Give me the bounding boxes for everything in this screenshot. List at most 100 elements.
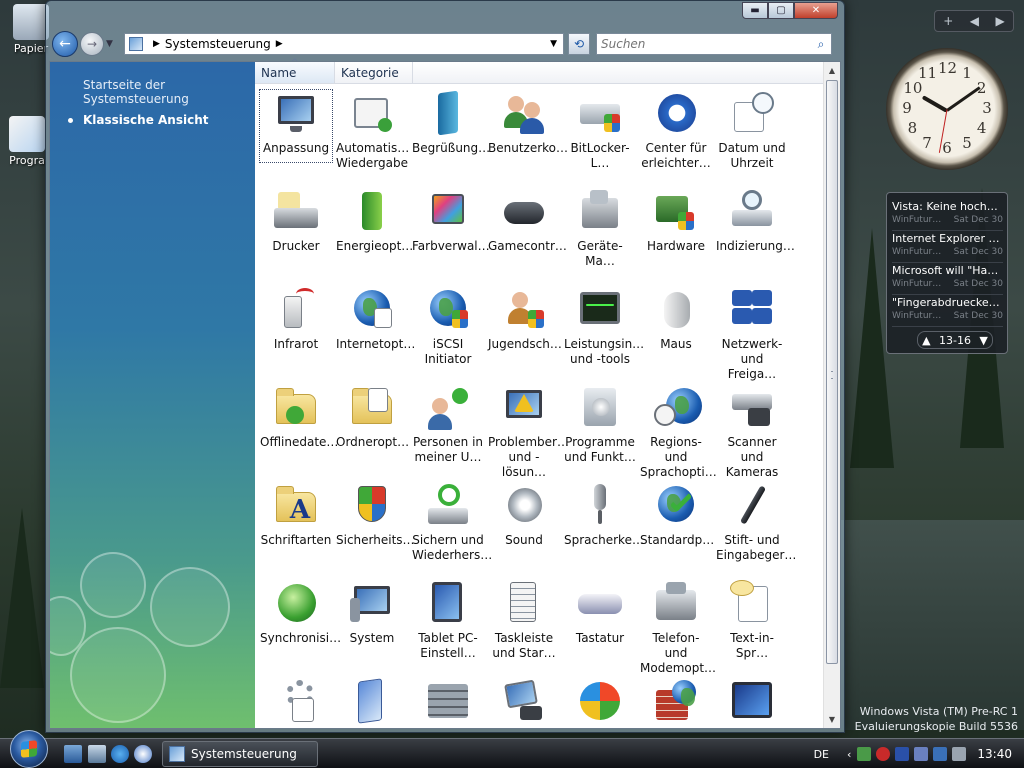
breadcrumb-chevron-icon[interactable]: ▶ (276, 39, 283, 49)
feed-item[interactable]: "Fingerabdruecke" … WinFutur… Sat Dec 30 (892, 295, 1003, 327)
control-panel-item-ease-of-access[interactable]: Center für erleichter… (639, 86, 713, 178)
control-panel-item-speech-recognition[interactable]: Spracherke… (563, 478, 644, 570)
control-panel-item-performance-tools[interactable]: Leistungsin… und -tools (563, 282, 644, 374)
control-panel-item-keyboard[interactable]: Tastatur (563, 576, 637, 668)
control-panel-item-programs-and-features[interactable]: Programme und Funkt… (563, 380, 637, 472)
feed-item[interactable]: Internet Explorer 7 … WinFutur… Sat Dec 3… (892, 231, 1003, 263)
control-panel-item-problem-reports[interactable]: Problember… und -lösun… (487, 380, 569, 479)
control-panel-item-mobile-pc[interactable] (487, 674, 561, 728)
control-panel-item-internet-options[interactable]: Internetopt… (335, 282, 415, 374)
volume-muted-icon[interactable] (952, 747, 967, 761)
control-panel-item-windows-firewall[interactable] (639, 674, 713, 728)
close-button[interactable]: ✕ (794, 2, 838, 19)
control-panel-item-bitlocker[interactable]: BitLocker-L… (563, 86, 637, 178)
column-header-category[interactable]: Kategorie (335, 62, 413, 83)
control-panel-icon (129, 37, 143, 51)
control-panel-item-mouse[interactable]: Maus (639, 282, 713, 374)
previous-gadget-icon[interactable]: ◀ (970, 14, 979, 28)
show-hidden-icons-chevron-icon[interactable]: ‹ (847, 748, 851, 761)
control-panel-item-printers[interactable]: Drucker (259, 184, 333, 276)
breadcrumb-control-panel[interactable]: Systemsteuerung (165, 37, 271, 51)
search-icon[interactable]: ⌕ (811, 37, 831, 52)
control-panel-item-pen-input[interactable]: Stift- und Eingabeger… (715, 478, 796, 570)
control-panel-item-phone-modem[interactable]: Telefon- und Modemopt… (639, 576, 716, 675)
switch-windows-icon[interactable] (88, 745, 106, 763)
scroll-down-arrow-icon[interactable]: ▼ (824, 711, 840, 728)
control-panel-item-taskbar-start-menu[interactable]: Taskleiste und Star… (487, 576, 561, 668)
control-panel-item-device-manager[interactable]: Geräte-Ma… (563, 184, 637, 276)
control-panel-item-windows-update[interactable] (563, 674, 637, 728)
internet-explorer-icon[interactable] (111, 745, 129, 763)
back-button[interactable]: ← (52, 31, 78, 57)
control-panel-item-sound[interactable]: Sound (487, 478, 561, 570)
windows-defender-icon[interactable] (895, 747, 910, 761)
network-sharing-icon[interactable] (914, 747, 929, 761)
control-panel-item-people-near-me[interactable]: Personen in meiner U… (411, 380, 485, 472)
user-tray-icon[interactable] (857, 747, 872, 761)
item-icon-frame: Tastatur (563, 580, 637, 646)
control-panel-item-indexing[interactable]: Indizierung… (715, 184, 795, 276)
recent-pages-dropdown[interactable]: ▼ (106, 39, 118, 49)
language-indicator[interactable]: DE (814, 748, 829, 761)
system-clock[interactable]: 13:40 (977, 747, 1012, 761)
scrollbar-thumb[interactable] (826, 80, 838, 664)
security-alert-icon[interactable] (876, 747, 891, 761)
control-panel-item-windows-firewall-wall[interactable] (411, 674, 485, 728)
control-panel-item-autoplay[interactable]: Automatis… Wiedergabe (335, 86, 409, 178)
taskbar-button-control-panel[interactable]: Systemsteuerung (162, 741, 318, 767)
control-panel-item-user-accounts[interactable]: Benutzerko… (487, 86, 568, 178)
control-panel-item-offline-files[interactable]: Offlinedate… (259, 380, 338, 472)
item-icon-frame: Synchronisi… (259, 580, 341, 646)
sidebar-link-control-panel-home[interactable]: Startseite der Systemsteuerung (50, 78, 255, 106)
control-panel-item-power-options[interactable]: Energieopt… (335, 184, 413, 276)
column-header-name[interactable]: Name (255, 58, 335, 83)
control-panel-item-security-center[interactable]: Sicherheits… (335, 478, 415, 570)
control-panel-item-folder-options[interactable]: Ordneropt… (335, 380, 409, 472)
show-desktop-icon[interactable] (64, 745, 82, 763)
control-panel-item-network-sharing[interactable]: Netzwerk- und Freiga… (715, 282, 789, 381)
control-panel-item-sync-center[interactable]: Synchronisi… (259, 576, 341, 668)
control-panel-item-fonts[interactable]: A Schriftarten (259, 478, 333, 570)
media-player-icon[interactable] (134, 745, 152, 763)
control-panel-item-windows-cardspace[interactable] (335, 674, 409, 728)
control-panel-item-administrative-tools[interactable] (259, 674, 333, 728)
control-panel-item-regional-options[interactable]: Regions- und Sprachopti… (639, 380, 717, 479)
control-panel-item-windows-mobility[interactable] (715, 674, 789, 728)
breadcrumb-chevron-icon[interactable]: ▶ (153, 39, 160, 49)
control-panel-item-system[interactable]: System (335, 576, 409, 668)
control-panel-item-date-and-time[interactable]: Datum und Uhrzeit (715, 86, 789, 178)
start-button[interactable] (10, 730, 48, 768)
control-panel-item-default-programs[interactable]: Standardp… (639, 478, 714, 570)
control-panel-item-game-controllers[interactable]: Gamecontr… (487, 184, 567, 276)
control-panel-item-infrared[interactable]: Infrarot (259, 282, 333, 374)
control-panel-item-text-to-speech[interactable]: Text-in-Spr… (715, 576, 789, 668)
feed-item[interactable]: Microsoft will "Hae… WinFutur… Sat Dec 30 (892, 263, 1003, 295)
refresh-button[interactable]: ⟲ (568, 33, 590, 55)
minimize-button[interactable]: ▬ (742, 2, 768, 19)
control-panel-item-hardware[interactable]: Hardware (639, 184, 713, 276)
sidebar-link-classic-view[interactable]: Klassische Ansicht (50, 113, 255, 127)
control-panel-item-personalization[interactable]: Anpassung (259, 86, 333, 178)
scroll-up-arrow-icon[interactable]: ▲ (824, 62, 840, 79)
feed-headlines-gadget[interactable]: Vista: Keine hochau… WinFutur… Sat Dec 30… (886, 192, 1008, 354)
search-input[interactable] (601, 37, 811, 51)
vertical-scrollbar[interactable]: ▲ ▼ (823, 62, 840, 728)
control-panel-item-color-management[interactable]: Farbverwal… (411, 184, 490, 276)
address-bar[interactable]: ▶ Systemsteuerung ▶ ▼ (124, 33, 564, 55)
address-history-dropdown[interactable]: ▼ (550, 39, 557, 49)
next-gadget-icon[interactable]: ▶ (996, 14, 1005, 28)
clock-gadget[interactable]: 12 1 2 3 4 5 6 7 8 9 10 11 (886, 48, 1008, 170)
feed-item[interactable]: Vista: Keine hochau… WinFutur… Sat Dec 30 (892, 199, 1003, 231)
maximize-button[interactable]: ▢ (768, 2, 794, 19)
feed-next-icon[interactable]: ▼ (979, 334, 987, 347)
control-panel-item-scanners-cameras[interactable]: Scanner und Kameras (715, 380, 789, 479)
control-panel-item-iscsi-initiator[interactable]: iSCSI Initiator (411, 282, 485, 374)
add-gadget-icon[interactable]: + (943, 14, 953, 28)
feed-prev-icon[interactable]: ▲ (922, 334, 930, 347)
forward-button[interactable]: → (80, 32, 104, 56)
control-panel-item-welcome-center[interactable]: Begrüßung… (411, 86, 490, 178)
control-panel-item-backup-restore[interactable]: Sichern und Wiederhers… (411, 478, 492, 570)
control-panel-item-parental-controls[interactable]: Jugendsch… (487, 282, 562, 374)
network-icon[interactable] (933, 747, 948, 761)
control-panel-item-tablet-pc-settings[interactable]: Tablet PC-Einstell… (411, 576, 485, 668)
